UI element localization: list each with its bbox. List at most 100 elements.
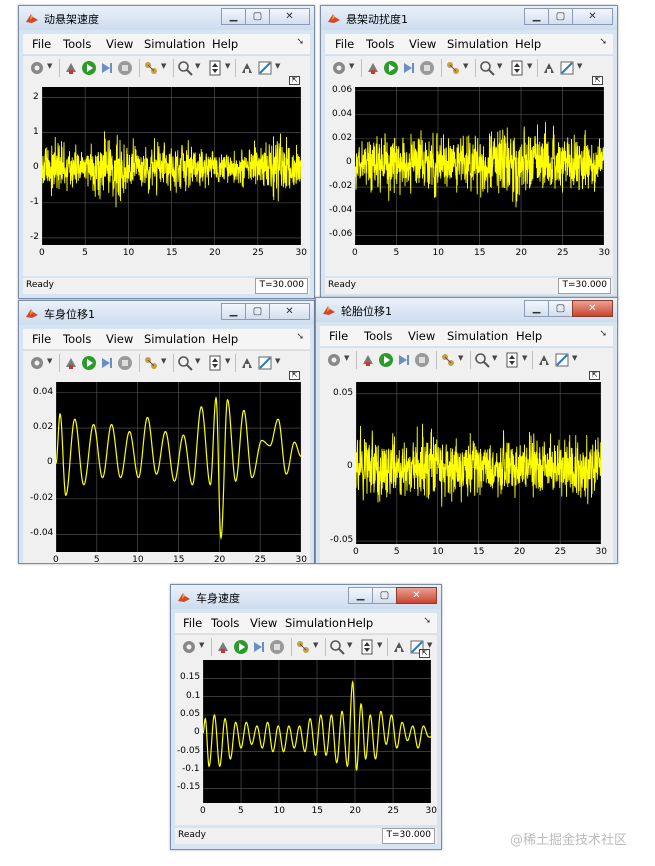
chevron-down-icon[interactable]: ▼ [195, 357, 200, 365]
chevron-down-icon[interactable]: ▼ [349, 62, 354, 70]
step-forward-icon[interactable] [396, 352, 412, 368]
menu-tools[interactable]: Tools [63, 37, 91, 51]
autoscale-icon[interactable] [359, 639, 375, 655]
chevron-down-icon[interactable]: ▼ [577, 62, 582, 70]
scope-window-2[interactable]: 悬架动扰度1 ▁ ▢ ✕ File Tools View Simulation He… [320, 5, 618, 299]
chevron-down-icon[interactable]: ▼ [275, 357, 280, 365]
scope-plot[interactable] [42, 87, 301, 245]
stop-icon[interactable] [269, 639, 285, 655]
close-icon[interactable]: ✕ [269, 303, 310, 320]
expand-legend-icon[interactable]: ⇱ [589, 371, 600, 380]
zoom-icon[interactable] [329, 639, 345, 655]
menu-overflow-icon[interactable]: ➘ [423, 616, 431, 626]
chevron-down-icon[interactable]: ▼ [47, 357, 52, 365]
chevron-down-icon[interactable]: ▼ [427, 641, 432, 649]
menu-overflow-icon[interactable]: ➘ [296, 332, 304, 342]
menu-file[interactable]: File [32, 37, 51, 51]
minimize-icon[interactable]: ▁ [524, 8, 549, 25]
chevron-down-icon[interactable]: ▼ [527, 62, 532, 70]
chevron-down-icon[interactable]: ▼ [492, 354, 497, 362]
menu-help[interactable]: Help [516, 329, 542, 343]
chevron-down-icon[interactable]: ▼ [161, 62, 166, 70]
settings-icon[interactable] [29, 60, 45, 76]
autoscale-icon[interactable] [207, 60, 223, 76]
menu-file[interactable]: File [329, 329, 348, 343]
menu-overflow-icon[interactable]: ➘ [599, 37, 607, 47]
autoscale-icon[interactable] [509, 60, 525, 76]
menu-overflow-icon[interactable]: ➘ [599, 329, 607, 339]
expand-legend-icon[interactable]: ⇱ [419, 649, 430, 658]
highlight-icon[interactable] [541, 60, 557, 76]
scope-window-1[interactable]: 动悬架速度 ▁ ▢ ✕ File Tools View Simulation Hel… [18, 5, 315, 299]
step-forward-icon[interactable] [99, 60, 115, 76]
minimize-icon[interactable]: ▁ [524, 300, 549, 317]
menu-overflow-icon[interactable]: ➘ [296, 37, 304, 47]
chevron-down-icon[interactable]: ▼ [313, 641, 318, 649]
menu-view[interactable]: View [106, 332, 133, 346]
expand-legend-icon[interactable]: ⇱ [289, 371, 300, 380]
style-icon[interactable] [559, 60, 575, 76]
settings-icon[interactable] [331, 60, 347, 76]
run-icon[interactable] [378, 352, 394, 368]
menu-view[interactable]: View [409, 37, 436, 51]
scope-window-4[interactable]: 轮胎位移1 ▁ ▢ ✕ File Tools View Simulation Hel… [315, 297, 618, 564]
chevron-down-icon[interactable]: ▼ [377, 641, 382, 649]
menu-view[interactable]: View [106, 37, 133, 51]
title-bar[interactable]: 车身位移1 ▁ ▢ ✕ [19, 301, 314, 325]
close-icon[interactable]: ✕ [572, 8, 613, 25]
expand-legend-icon[interactable]: ⇱ [592, 76, 603, 85]
step-forward-icon[interactable] [99, 355, 115, 371]
maximize-icon[interactable]: ▢ [372, 587, 397, 604]
chevron-down-icon[interactable]: ▼ [522, 354, 527, 362]
style-icon[interactable] [554, 352, 570, 368]
zoom-icon[interactable] [177, 60, 193, 76]
step-forward-icon[interactable] [401, 60, 417, 76]
maximize-icon[interactable]: ▢ [245, 303, 270, 320]
scope-window-3[interactable]: 车身位移1 ▁ ▢ ✕ File Tools View Simulation Hel… [18, 300, 315, 564]
expand-legend-icon[interactable]: ⇱ [289, 76, 300, 85]
chevron-down-icon[interactable]: ▼ [199, 641, 204, 649]
minimize-icon[interactable]: ▁ [221, 8, 246, 25]
settings-icon[interactable] [181, 639, 197, 655]
menu-help[interactable]: Help [212, 37, 238, 51]
menu-tools[interactable]: Tools [364, 329, 392, 343]
close-icon[interactable]: ✕ [572, 300, 613, 317]
chevron-down-icon[interactable]: ▼ [47, 62, 52, 70]
autoscale-icon[interactable] [504, 352, 520, 368]
chevron-down-icon[interactable]: ▼ [463, 62, 468, 70]
maximize-icon[interactable]: ▢ [548, 8, 573, 25]
scope-plot[interactable] [203, 660, 431, 803]
minimize-icon[interactable]: ▁ [348, 587, 373, 604]
restore-config-icon[interactable] [63, 60, 79, 76]
step-forward-icon[interactable] [251, 639, 267, 655]
menu-tools[interactable]: Tools [211, 616, 239, 630]
autoscale-icon[interactable] [207, 355, 223, 371]
stop-icon[interactable] [117, 355, 133, 371]
zoom-icon[interactable] [177, 355, 193, 371]
menu-tools[interactable]: Tools [366, 37, 394, 51]
zoom-icon[interactable] [479, 60, 495, 76]
stop-icon[interactable] [419, 60, 435, 76]
run-icon[interactable] [81, 355, 97, 371]
settings-icon[interactable] [29, 355, 45, 371]
scope-plot[interactable] [356, 382, 601, 544]
highlight-icon[interactable] [391, 639, 407, 655]
chevron-down-icon[interactable]: ▼ [572, 354, 577, 362]
run-icon[interactable] [233, 639, 249, 655]
restore-config-icon[interactable] [360, 352, 376, 368]
chevron-down-icon[interactable]: ▼ [275, 62, 280, 70]
chevron-down-icon[interactable]: ▼ [347, 641, 352, 649]
chevron-down-icon[interactable]: ▼ [225, 62, 230, 70]
menu-view[interactable]: View [250, 616, 277, 630]
title-bar[interactable]: 悬架动扰度1 ▁ ▢ ✕ [321, 6, 617, 30]
chevron-down-icon[interactable]: ▼ [344, 354, 349, 362]
menu-simulation[interactable]: Simulation [447, 329, 508, 343]
menu-simulation[interactable]: Simulation [144, 37, 205, 51]
chevron-down-icon[interactable]: ▼ [195, 62, 200, 70]
close-icon[interactable]: ✕ [269, 8, 310, 25]
title-bar[interactable]: 轮胎位移1 ▁ ▢ ✕ [316, 298, 617, 322]
close-icon[interactable]: ✕ [396, 587, 437, 604]
menu-tools[interactable]: Tools [63, 332, 91, 346]
signal-selector-icon[interactable] [143, 355, 159, 371]
highlight-icon[interactable] [239, 60, 255, 76]
